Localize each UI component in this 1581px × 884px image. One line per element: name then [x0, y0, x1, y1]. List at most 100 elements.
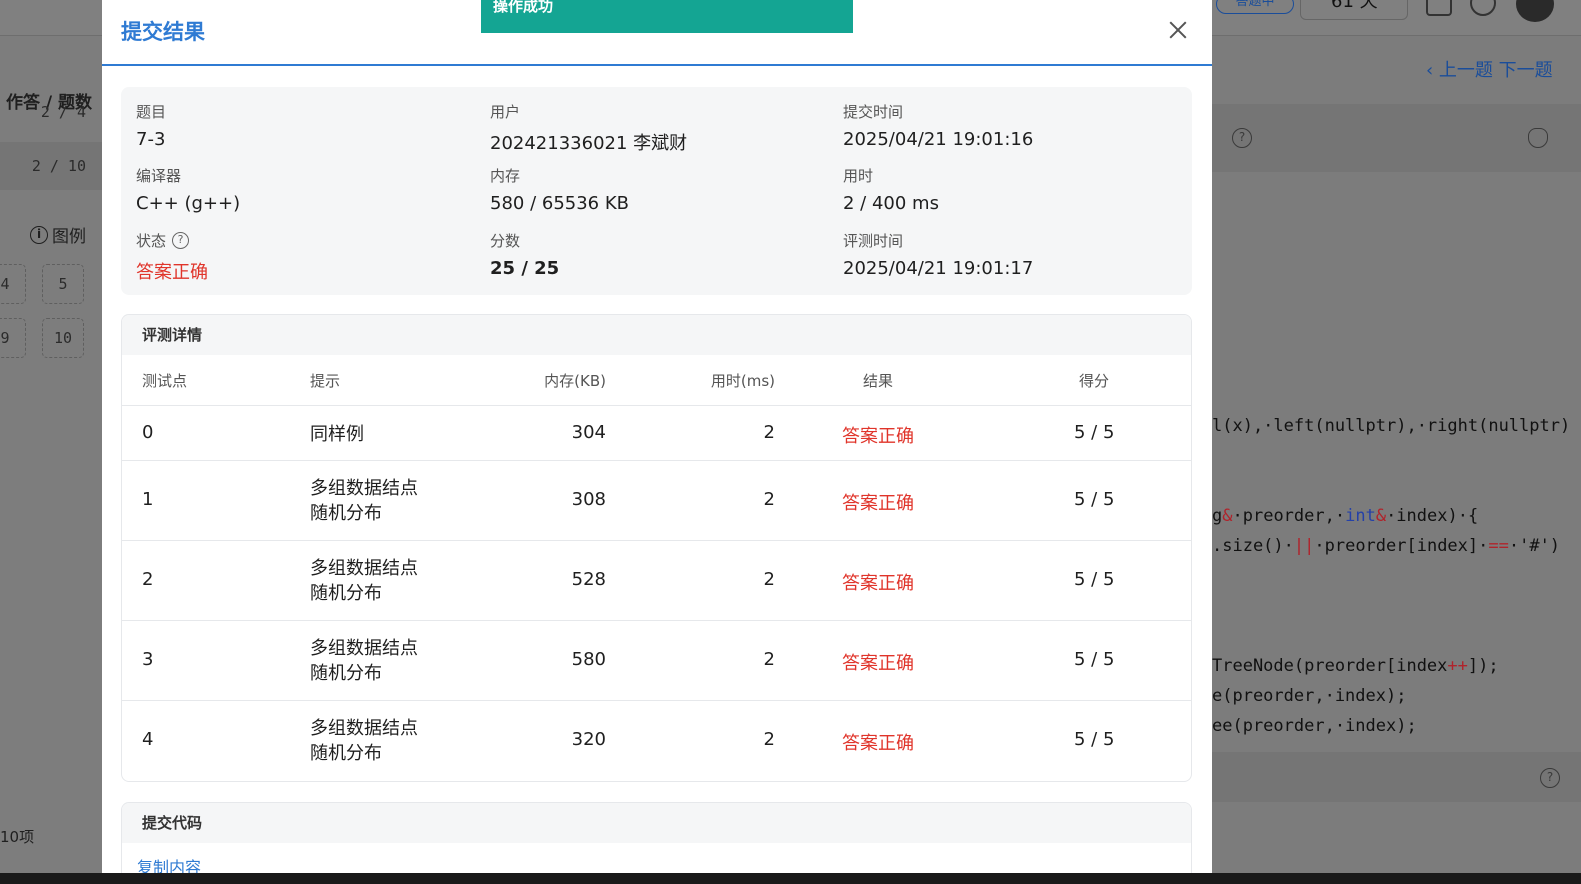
hint-line: 随机分布: [310, 583, 382, 604]
info-user: 用户 202421336021 李斌财: [490, 101, 688, 155]
table-body: 0 同样例 304 2 答案正确 5 / 5 1 多组数据结点 随机分布 308 2 答案正确 5 / …: [122, 406, 1191, 781]
legend[interactable]: i 图例: [30, 222, 86, 247]
section-progress[interactable]: 2 / 4: [0, 88, 102, 136]
avatar[interactable]: [1516, 0, 1554, 22]
hint-line: 多组数据结点: [310, 558, 418, 579]
status-pill: 答题中: [1216, 0, 1294, 14]
testpoint-hint: 多组数据结点 随机分布: [310, 556, 418, 606]
code-line: l(x),·left(nullptr),·right(nullptr): [1212, 416, 1570, 436]
hint-line: 多组数据结点: [310, 638, 418, 659]
status-value: 答案正确: [136, 262, 208, 283]
question-cell[interactable]: 9: [0, 318, 26, 358]
copy-code-link[interactable]: 复制内容: [137, 854, 201, 873]
info-label: 用时: [843, 166, 874, 185]
testpoint-score: 5 / 5: [1074, 649, 1115, 670]
testpoint-result: 答案正确: [842, 653, 914, 674]
gear-icon[interactable]: [1470, 0, 1496, 16]
testpoint-hint: 多组数据结点 随机分布: [310, 476, 418, 526]
code-token: ]);: [1467, 656, 1499, 676]
table-row: 2 多组数据结点 随机分布 528 2 答案正确 5 / 5: [122, 541, 1191, 621]
hint-line: 随机分布: [310, 663, 382, 684]
help-icon[interactable]: ?: [1232, 128, 1252, 148]
section-title: 提交代码: [122, 803, 1191, 843]
code-token: .size()·: [1212, 536, 1294, 556]
submission-result-dialog: 提交结果 题目 7-3 用户 202421336021 李斌财 提交时间 202…: [102, 0, 1212, 873]
info-value: C++ (g++): [136, 193, 241, 214]
info-submit-time: 提交时间 2025/04/21 19:01:16: [843, 101, 1033, 153]
testpoint-time: 2: [763, 649, 775, 670]
hint-line: 随机分布: [310, 743, 382, 764]
code-token: &: [1222, 506, 1233, 526]
testpoint-score: 5 / 5: [1074, 729, 1115, 750]
info-score: 分数 25 / 25: [490, 230, 559, 282]
table-row: 0 同样例 304 2 答案正确 5 / 5: [122, 406, 1191, 461]
info-label: 题目: [136, 102, 167, 121]
testpoint-memory: 528: [571, 569, 606, 590]
code-token: &: [1375, 506, 1387, 526]
info-value: 202421336021 李斌财: [490, 133, 688, 154]
code-token: l(x),·left(nullptr),·right(nullptr): [1212, 416, 1571, 436]
hint-line: 多组数据结点: [310, 478, 418, 499]
submitted-code: 提交代码 复制内容: [121, 802, 1192, 873]
info-problem: 题目 7-3: [136, 101, 166, 153]
info-label: 评测时间: [843, 231, 904, 250]
testpoint-result: 答案正确: [842, 493, 914, 514]
question-cell[interactable]: 10: [42, 318, 84, 358]
column-header: 得分: [1079, 372, 1110, 390]
code-token: ==: [1488, 536, 1509, 556]
code-editor-pane: ‹ 上一题 下一题 ? l(x),·left(nullptr),·right(n…: [1212, 36, 1581, 876]
notes-icon[interactable]: [1426, 0, 1452, 16]
table-row: 4 多组数据结点 随机分布 320 2 答案正确 5 / 5: [122, 701, 1191, 781]
info-label: 内存: [490, 166, 521, 185]
testpoint-time: 2: [763, 569, 775, 590]
testpoint-hint: 多组数据结点 随机分布: [310, 636, 418, 686]
help-icon[interactable]: ?: [1540, 768, 1560, 788]
testpoint-score: 5 / 5: [1074, 569, 1115, 590]
code-token: ++: [1447, 656, 1468, 676]
code-token: ee(preorder,·index);: [1212, 716, 1417, 736]
code-token: ·preorder[index]·: [1314, 536, 1489, 556]
table-row: 3 多组数据结点 随机分布 580 2 答案正确 5 / 5: [122, 621, 1191, 701]
code-token: ·'#'): [1508, 536, 1561, 556]
editor-toolbar: [1212, 104, 1581, 172]
top-bar-right: 答题中 61 天: [1212, 0, 1581, 36]
column-header: 提示: [310, 372, 341, 390]
testpoint-memory: 320: [571, 729, 606, 750]
info-icon: i: [30, 225, 48, 244]
countdown-timer: 61 天: [1300, 0, 1408, 20]
testpoint-score: 5 / 5: [1074, 421, 1115, 443]
testpoint-id: 2: [142, 569, 154, 590]
testpoint-time: 2: [763, 729, 775, 750]
info-label: 分数: [490, 231, 521, 250]
testpoint-memory: 580: [571, 649, 606, 670]
legend-label: 图例: [52, 227, 86, 247]
answer-sidebar: 作答 / 题数 2 / 4 2 / 10 i 图例 4 5 9 10 10项: [0, 36, 102, 876]
code-token: e(preorder,·index);: [1212, 686, 1407, 706]
code-token: g: [1212, 506, 1223, 526]
bug-icon[interactable]: [1528, 128, 1548, 148]
testpoint-id: 4: [142, 729, 154, 750]
column-header: 结果: [863, 372, 894, 390]
submission-info: 题目 7-3 用户 202421336021 李斌财 提交时间 2025/04/…: [121, 87, 1192, 295]
testpoint-result: 答案正确: [842, 733, 914, 754]
info-compiler: 编译器 C++ (g++): [136, 165, 240, 217]
taskbar-strip: [0, 873, 1581, 884]
code-line: e(preorder,·index);: [1212, 686, 1406, 706]
info-value: 7-3: [136, 129, 166, 150]
testpoint-hint: 多组数据结点 随机分布: [310, 716, 418, 766]
code-line: ee(preorder,·index);: [1212, 716, 1417, 736]
code-token: ·preorder,·: [1232, 506, 1346, 526]
question-cell[interactable]: 4: [0, 264, 26, 304]
column-header: 用时(ms): [710, 372, 775, 390]
info-label: 状态: [136, 231, 167, 250]
question-cell[interactable]: 5: [42, 264, 84, 304]
testpoint-time: 2: [763, 489, 775, 510]
close-icon[interactable]: [1164, 16, 1192, 44]
section-progress[interactable]: 2 / 10: [0, 142, 102, 190]
testpoint-id: 0: [142, 421, 154, 443]
column-header: 测试点: [142, 372, 188, 390]
question-nav[interactable]: ‹ 上一题 下一题: [1426, 56, 1553, 82]
help-icon[interactable]: ?: [172, 231, 190, 249]
item-count: 10项: [0, 828, 35, 846]
editor-footer: [1212, 752, 1581, 802]
